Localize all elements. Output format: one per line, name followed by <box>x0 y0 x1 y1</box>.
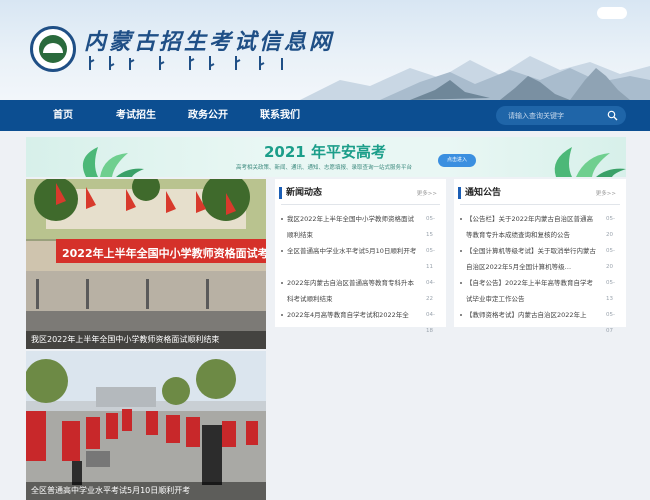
banner-title: 2021 年平安高考 <box>264 143 386 161</box>
nav-item-contact[interactable]: 联系我们 <box>260 100 300 131</box>
site-title: 内蒙古招生考试信息网 <box>84 29 335 55</box>
notice-more-link[interactable]: 更多>> <box>596 189 616 197</box>
notice-panel: 通知公告 更多>> 【公告栏】关于2022年内蒙古自治区普通高等教育专升本成绩查… <box>454 179 626 334</box>
banner-enter-button[interactable]: 点击进入 <box>438 154 476 167</box>
logo-icon[interactable] <box>30 26 76 72</box>
leaf-decoration-left <box>82 147 144 177</box>
nav-item-exams[interactable]: 考试招生 <box>116 100 156 131</box>
promo-banner[interactable]: 2021 年平安高考 高考相关政策、新闻、通讯、通知、志愿填报、录取查询一站式服… <box>26 137 626 177</box>
site-header: 内蒙古招生考试信息网 <box>0 0 650 100</box>
news-panel-title: 新闻动态 <box>286 188 323 198</box>
banner-subtitle: 高考相关政策、新闻、通讯、通知、志愿填报、录取查询一站式服务平台 <box>236 165 413 171</box>
leaf-decoration-right <box>554 147 626 177</box>
photo-caption[interactable]: 我区2022年上半年全国中小学教师资格面试顺利结束 <box>26 331 266 349</box>
search-input[interactable] <box>508 106 603 125</box>
students-lineup-photo <box>26 351 266 500</box>
news-photo-academic-exam[interactable]: 全区普通高中学业水平考试5月10日顺利开考 <box>26 351 266 500</box>
news-panel: 新闻动态 更多>> 我区2022年上半年全国中小学教师资格面试顺利结束 05-1… <box>275 179 446 334</box>
mongolian-script-title <box>89 56 283 70</box>
notice-panel-title: 通知公告 <box>465 188 502 198</box>
banner-sign-text: 2022年上半年全国中小学教师资格面试考场 <box>62 246 266 260</box>
nav-item-government[interactable]: 政务公开 <box>188 100 228 131</box>
campus-building-photo: 2022年上半年全国中小学教师资格面试考场 <box>26 179 266 349</box>
mountain-landscape-image <box>300 56 650 100</box>
search-icon[interactable] <box>607 110 618 121</box>
divider <box>281 204 440 205</box>
divider <box>460 204 620 205</box>
news-photo-teacher-interview[interactable]: 2022年上半年全国中小学教师资格面试考场 我区2022年上半年全国中小学教师资… <box>26 179 266 349</box>
search-box <box>496 106 626 125</box>
panel-accent-bar <box>458 187 461 199</box>
nav-item-home[interactable]: 首页 <box>53 100 73 131</box>
news-more-link[interactable]: 更多>> <box>417 189 437 197</box>
top-toggle-button[interactable] <box>597 7 627 19</box>
photo-caption[interactable]: 全区普通高中学业水平考试5月10日顺利开考 <box>26 482 266 500</box>
panel-accent-bar <box>279 187 282 199</box>
